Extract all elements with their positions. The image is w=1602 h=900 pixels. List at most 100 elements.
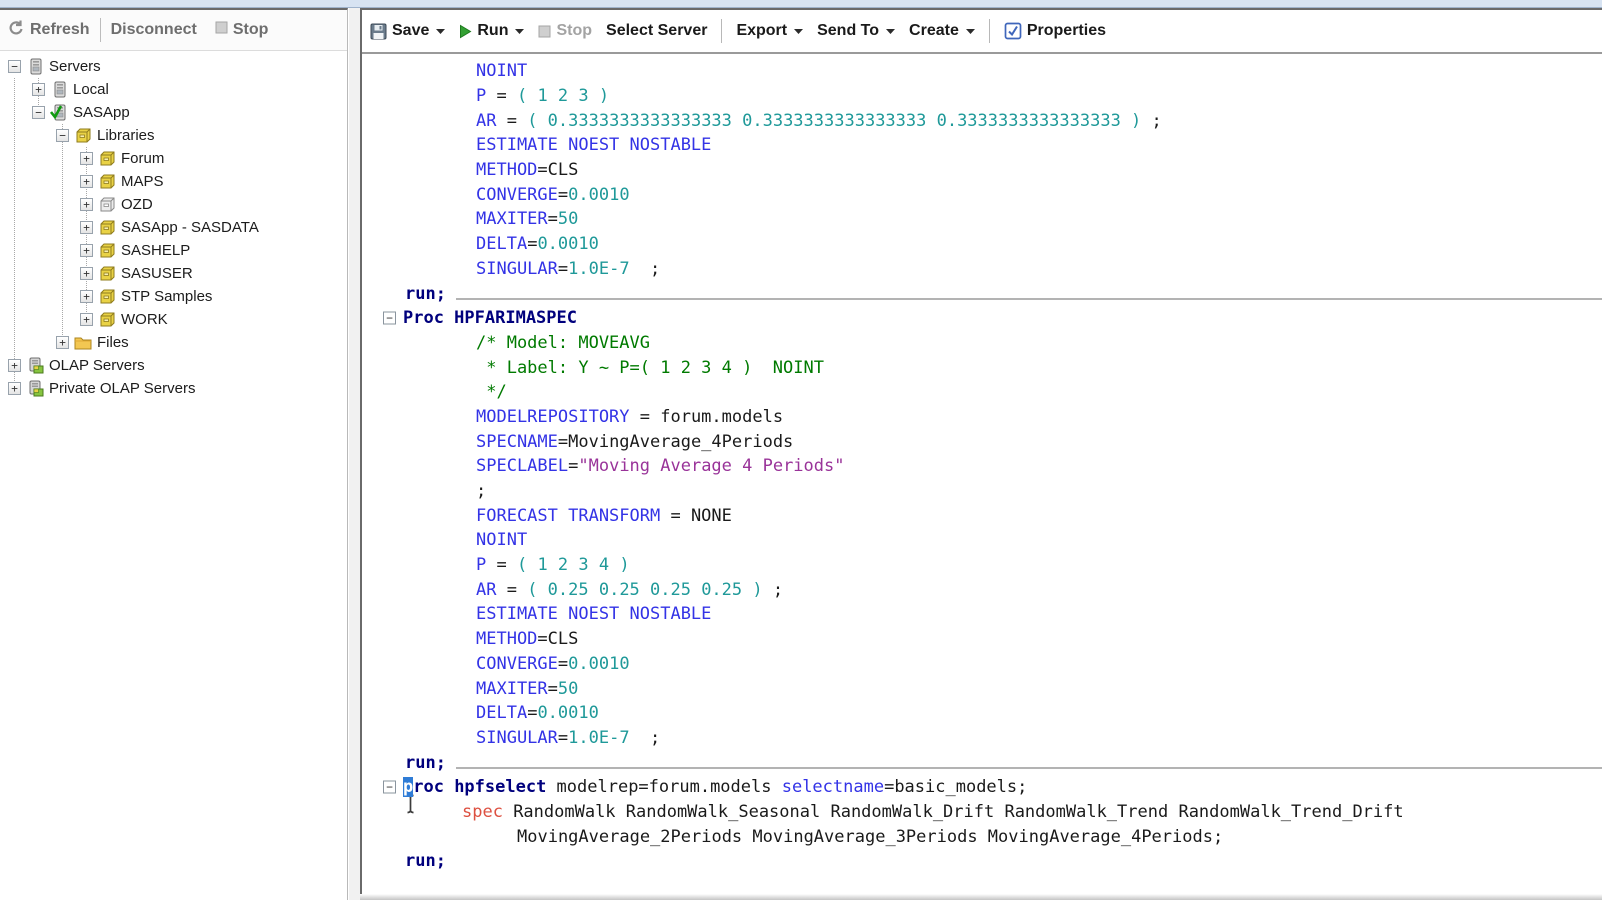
tree-item-sasapp[interactable]: −SASApp (0, 101, 347, 124)
tree-item-maps[interactable]: +MAPS (0, 170, 347, 193)
dropdown-caret-icon[interactable] (966, 29, 975, 34)
expand-toggle-icon[interactable]: + (80, 267, 93, 280)
stop-button[interactable]: Stop (538, 22, 592, 40)
code-line[interactable]: −Proc HPFARIMASPEC (362, 306, 1602, 331)
code-line[interactable]: MAXITER=50 (362, 207, 1602, 232)
stop-button[interactable]: Stop (215, 21, 269, 39)
properties-button[interactable]: Properties (1004, 22, 1106, 40)
tree-item-forum[interactable]: +Forum (0, 147, 347, 170)
code-line[interactable]: * Label: Y ~ P=( 1 2 3 4 ) NOINT (362, 355, 1602, 380)
code-line[interactable]: SPECLABEL="Moving Average 4 Periods" (362, 454, 1602, 479)
code-token-num: 1.0E-7 (568, 728, 629, 748)
refresh-button[interactable]: Refresh (8, 20, 90, 41)
expand-toggle-icon[interactable]: + (80, 290, 93, 303)
collapse-toggle-icon[interactable]: − (56, 129, 69, 142)
toolbar-button-label: Stop (556, 22, 592, 40)
expand-toggle-icon[interactable]: + (80, 152, 93, 165)
library-icon (98, 173, 116, 190)
code-line[interactable]: NOINT (362, 528, 1602, 553)
code-token-proc: run; (405, 753, 446, 773)
code-token-txt: = (486, 86, 517, 106)
expand-toggle-icon[interactable]: + (80, 313, 93, 326)
collapse-toggle-icon[interactable]: − (8, 60, 21, 73)
code-line[interactable]: ESTIMATE NOEST NOSTABLE (362, 602, 1602, 627)
tree-item-work[interactable]: +WORK (0, 308, 347, 331)
code-line[interactable]: P = ( 1 2 3 4 ) (362, 553, 1602, 578)
tree-item-ozd[interactable]: +OZD (0, 193, 347, 216)
tree-item-local[interactable]: +Local (0, 78, 347, 101)
send-to-button[interactable]: Send To (817, 22, 895, 40)
expand-toggle-icon[interactable]: + (80, 175, 93, 188)
tree-item-label: STP Samples (121, 288, 212, 305)
tree-item-private-olap-servers[interactable]: +Private OLAP Servers (0, 377, 347, 400)
code-line[interactable]: */ (362, 380, 1602, 405)
expand-toggle-icon[interactable]: + (80, 244, 93, 257)
tree-item-files[interactable]: +Files (0, 331, 347, 354)
create-button[interactable]: Create (909, 22, 975, 40)
code-editor[interactable]: NOINTP = ( 1 2 3 )AR = ( 0.3333333333333… (362, 52, 1602, 900)
code-line[interactable]: SINGULAR=1.0E-7 ; (362, 726, 1602, 751)
code-token-proc: roc hpfselect (413, 777, 546, 797)
dropdown-caret-icon[interactable] (515, 29, 524, 34)
run-button[interactable]: Run (459, 22, 524, 40)
code-line[interactable]: spec RandomWalk RandomWalk_Seasonal Rand… (362, 800, 1602, 825)
expand-toggle-icon[interactable]: + (80, 198, 93, 211)
code-token-kw: P (476, 555, 486, 575)
code-line[interactable]: ; (362, 479, 1602, 504)
code-line[interactable]: SPECNAME=MovingAverage_4Periods (362, 429, 1602, 454)
code-token-txt: = (568, 456, 578, 476)
code-token-txt: =CLS (537, 160, 578, 180)
code-line[interactable]: DELTA=0.0010 (362, 232, 1602, 257)
select-server-button[interactable]: Select Server (606, 22, 707, 40)
expand-toggle-icon[interactable]: + (32, 83, 45, 96)
code-line[interactable]: AR = ( 0.25 0.25 0.25 0.25 ) ; (362, 577, 1602, 602)
dropdown-caret-icon[interactable] (436, 29, 445, 34)
save-button[interactable]: Save (370, 22, 445, 40)
expand-toggle-icon[interactable]: + (8, 359, 21, 372)
code-token-txt: = (548, 209, 558, 229)
panel-splitter[interactable] (349, 8, 360, 900)
tree-item-sashelp[interactable]: +SASHELP (0, 239, 347, 262)
code-line[interactable]: FORECAST TRANSFORM = NONE (362, 503, 1602, 528)
servers-panel: Refresh Disconnect Stop −Servers+Local−S… (0, 8, 348, 900)
code-line[interactable]: run; (362, 849, 1602, 874)
expand-toggle-icon[interactable]: + (56, 336, 69, 349)
code-line[interactable]: ESTIMATE NOEST NOSTABLE (362, 133, 1602, 158)
fold-collapse-icon[interactable]: − (383, 312, 396, 325)
export-button[interactable]: Export (736, 22, 803, 40)
code-line[interactable]: CONVERGE=0.0010 (362, 652, 1602, 677)
code-token-kw: DELTA (476, 703, 527, 723)
servers-toolbar: Refresh Disconnect Stop (0, 10, 347, 51)
expand-toggle-icon[interactable]: + (80, 221, 93, 234)
code-line[interactable]: NOINT (362, 59, 1602, 84)
code-line[interactable]: /* Model: MOVEAVG (362, 331, 1602, 356)
dropdown-caret-icon[interactable] (794, 29, 803, 34)
code-line[interactable]: AR = ( 0.3333333333333333 0.333333333333… (362, 108, 1602, 133)
code-line[interactable]: METHOD=CLS (362, 627, 1602, 652)
tree-item-sasapp-sasdata[interactable]: +SASApp - SASDATA (0, 216, 347, 239)
code-line[interactable]: P = ( 1 2 3 ) (362, 84, 1602, 109)
tree-item-libraries[interactable]: −Libraries (0, 124, 347, 147)
tree-item-servers[interactable]: −Servers (0, 55, 347, 78)
code-line[interactable]: MAXITER=50 (362, 676, 1602, 701)
dropdown-caret-icon[interactable] (886, 29, 895, 34)
olap-icon (26, 380, 44, 397)
collapse-toggle-icon[interactable]: − (32, 106, 45, 119)
code-line[interactable]: run; (362, 281, 1602, 306)
code-line[interactable]: METHOD=CLS (362, 158, 1602, 183)
section-divider (456, 767, 1602, 769)
code-line[interactable]: CONVERGE=0.0010 (362, 182, 1602, 207)
expand-toggle-icon[interactable]: + (8, 382, 21, 395)
code-line[interactable]: SINGULAR=1.0E-7 ; (362, 257, 1602, 282)
code-line[interactable]: DELTA=0.0010 (362, 701, 1602, 726)
tree-item-stp-samples[interactable]: + STP Samples (0, 285, 347, 308)
code-line[interactable]: MovingAverage_2Periods MovingAverage_3Pe… (362, 824, 1602, 849)
code-line[interactable]: MODELREPOSITORY = forum.models (362, 405, 1602, 430)
code-line[interactable]: −proc hpfselect modelrep=forum.models se… (362, 775, 1602, 800)
code-line[interactable]: run; (362, 750, 1602, 775)
disconnect-button[interactable]: Disconnect (111, 21, 197, 39)
code-token-kw: MAXITER (476, 679, 548, 699)
tree-item-olap-servers[interactable]: +OLAP Servers (0, 354, 347, 377)
fold-collapse-icon[interactable]: − (383, 781, 396, 794)
tree-item-sasuser[interactable]: +SASUSER (0, 262, 347, 285)
